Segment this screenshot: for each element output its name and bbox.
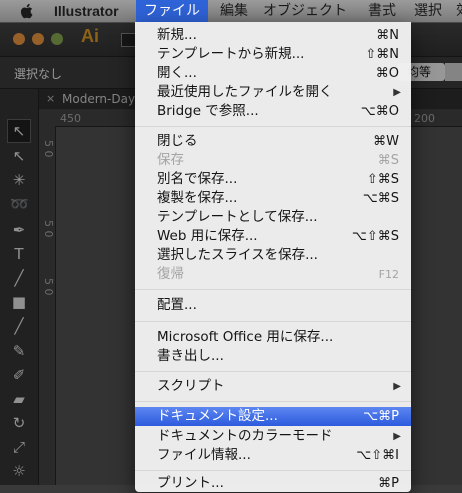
menu-item-label: Microsoft Office 用に保存... [157, 329, 334, 345]
menu-item-label: ドキュメントのカラーモード [157, 428, 333, 444]
menu-item-label: 配置... [157, 297, 197, 313]
menu-item-label: 複製を保存... [157, 190, 238, 206]
menu-item-open[interactable]: 開く... ⌘O [135, 64, 411, 83]
menu-item-label: 復帰 [157, 266, 184, 282]
menu-item-shortcut: ⌘S [377, 153, 399, 168]
menu-item-save-selected-slices[interactable]: 選択したスライスを保存... [135, 246, 411, 265]
menu-item-shortcut: ⌘P [378, 476, 399, 491]
menu-item-shortcut: ⌥⇧⌘S [351, 229, 399, 244]
submenu-arrow-icon: ▶ [393, 87, 401, 98]
menu-item-label: Web 用に保存... [157, 228, 258, 244]
menu-item-shortcut: ⌥⇧⌘I [356, 448, 399, 463]
menu-item-label: テンプレートから新規... [157, 46, 305, 62]
menu-item-shortcut: ⌥⌘P [363, 409, 399, 424]
menu-item-save-for-web[interactable]: Web 用に保存... ⌥⇧⌘S [135, 227, 411, 246]
menu-separator [135, 371, 411, 372]
menu-separator [135, 321, 411, 322]
menu-item-new-from-template[interactable]: テンプレートから新規... ⇧⌘N [135, 45, 411, 64]
menu-item-label: Bridge で参照... [157, 103, 259, 119]
menu-item-label: プリント... [157, 475, 224, 491]
menu-item-shortcut: ⌘O [375, 66, 399, 81]
menu-item-label: 最近使用したファイルを開く [157, 84, 333, 100]
menu-item-close[interactable]: 閉じる ⌘W [135, 132, 411, 151]
menu-item-save-as-template[interactable]: テンプレートとして保存... [135, 208, 411, 227]
menu-item-label: 別名で保存... [157, 171, 238, 187]
menu-item-shortcut: ⇧⌘S [366, 172, 399, 187]
menu-separator [135, 401, 411, 402]
menu-edit[interactable]: 編集 [220, 0, 248, 22]
menu-app-name[interactable]: Illustrator [54, 0, 119, 22]
menu-item-label: ドキュメント設定... [157, 408, 278, 424]
menu-item-scripts[interactable]: スクリプト ▶ [135, 377, 411, 396]
menu-item-label: 保存 [157, 152, 184, 168]
menu-item-shortcut: F12 [378, 268, 399, 281]
submenu-arrow-icon: ▶ [393, 381, 401, 392]
menu-item-save[interactable]: 保存 ⌘S [135, 151, 411, 170]
menu-item-label: 書き出し... [157, 348, 224, 364]
menu-item-shortcut: ⇧⌘N [365, 47, 399, 62]
file-menu: 新規... ⌘N テンプレートから新規... ⇧⌘N 開く... ⌘O 最近使用… [135, 22, 411, 492]
menu-item-label: ファイル情報... [157, 447, 251, 463]
menu-item-shortcut: ⌘N [376, 28, 399, 43]
menu-type[interactable]: 書式 [368, 0, 396, 22]
submenu-arrow-icon: ▶ [393, 431, 401, 442]
menu-item-file-info[interactable]: ファイル情報... ⌥⇧⌘I [135, 446, 411, 465]
menu-select[interactable]: 選択 [414, 0, 442, 22]
menu-item-shortcut: ⌥⌘O [360, 104, 399, 119]
menu-item-label: 新規... [157, 27, 197, 43]
menu-item-browse-in-bridge[interactable]: Bridge で参照... ⌥⌘O [135, 102, 411, 121]
menu-item-export[interactable]: 書き出し... [135, 347, 411, 366]
menu-item-document-setup[interactable]: ドキュメント設定... ⌥⌘P [135, 407, 411, 426]
apple-icon[interactable] [20, 3, 35, 19]
menu-object[interactable]: オブジェクト [263, 0, 347, 22]
menu-separator [135, 289, 411, 290]
menu-item-shortcut: ⌥⌘S [362, 191, 399, 206]
menu-bar: Illustrator ファイル 編集 オブジェクト 書式 選択 効 [0, 0, 462, 23]
menu-separator [135, 470, 411, 471]
menu-item-new[interactable]: 新規... ⌘N [135, 26, 411, 45]
menu-item-save-a-copy[interactable]: 複製を保存... ⌥⌘S [135, 189, 411, 208]
menu-item-label: スクリプト [157, 378, 225, 394]
menu-item-revert[interactable]: 復帰 F12 [135, 265, 411, 284]
menu-effect[interactable]: 効 [456, 0, 462, 22]
menu-file[interactable]: ファイル [136, 0, 208, 22]
menu-item-open-recent[interactable]: 最近使用したファイルを開く ▶ [135, 83, 411, 102]
menu-item-save-as[interactable]: 別名で保存... ⇧⌘S [135, 170, 411, 189]
menu-item-shortcut: ⌘W [373, 134, 399, 149]
menu-item-save-for-office[interactable]: Microsoft Office 用に保存... [135, 328, 411, 347]
menu-item-label: 開く... [157, 65, 197, 81]
menu-item-document-color-mode[interactable]: ドキュメントのカラーモード ▶ [135, 427, 411, 446]
menu-item-label: 閉じる [157, 133, 198, 149]
menu-item-label: テンプレートとして保存... [157, 209, 318, 225]
menu-separator [135, 126, 411, 127]
menu-item-place[interactable]: 配置... [135, 296, 411, 315]
menu-item-label: 選択したスライスを保存... [157, 247, 318, 263]
menu-item-print[interactable]: プリント... ⌘P [135, 474, 411, 493]
